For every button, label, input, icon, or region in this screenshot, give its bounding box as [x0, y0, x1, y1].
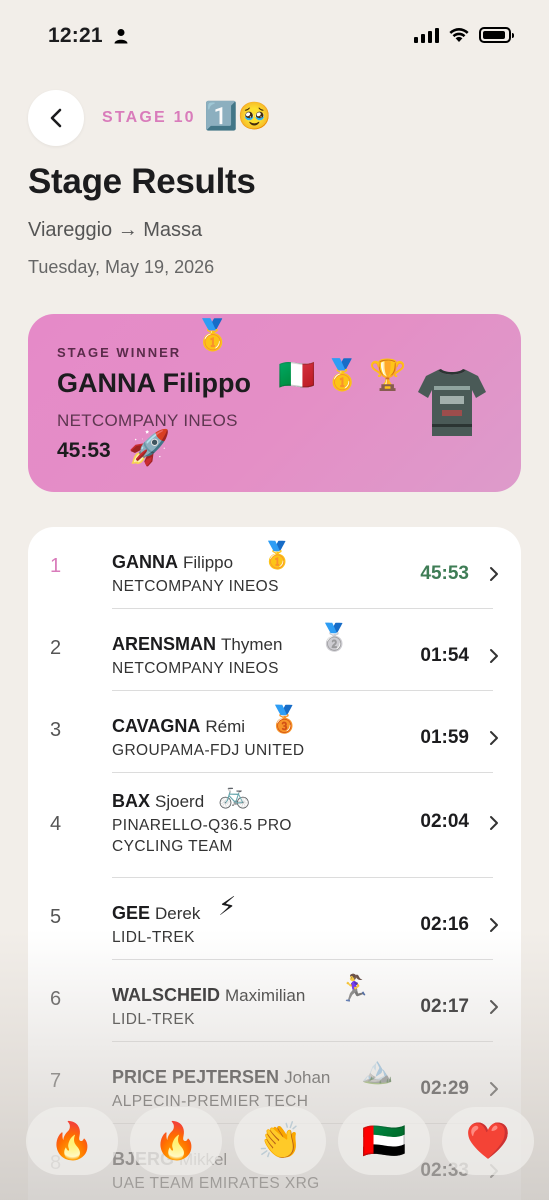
- result-rider-name: WALSCHEID Maximilian: [112, 985, 305, 1006]
- result-rider-name: GANNA Filippo: [112, 552, 233, 573]
- rider-emoji: ⚡: [218, 891, 237, 921]
- team-name: PINARELLO-Q36.5 PRO: [112, 817, 292, 834]
- team-name: GROUPAMA-FDJ UNITED: [112, 742, 305, 759]
- reactions-bar: 🔥 🔥 👏 🇦🇪 ❤️: [26, 1107, 536, 1179]
- result-row[interactable]: 2 ARENSMAN Thymen 🥈 NETCOMPANY INEOS 01:…: [28, 609, 521, 691]
- result-row[interactable]: 4 BAX Sjoerd 🚲 PINARELLO-Q36.5 PRO CYCLI…: [28, 773, 521, 878]
- winner-name: GANNA Filippo: [57, 368, 251, 398]
- winner-label: STAGE WINNER: [57, 345, 182, 360]
- rider-firstname: Filippo: [183, 553, 234, 572]
- result-rank: 7: [50, 1070, 62, 1092]
- team-name: LIDL-TREK: [112, 1011, 195, 1028]
- battery-icon: [479, 27, 514, 43]
- back-button[interactable]: [28, 90, 84, 146]
- rider-emoji: 🥇: [261, 540, 294, 570]
- result-team: NETCOMPANY INEOS: [112, 658, 279, 679]
- result-rank: 2: [50, 637, 62, 659]
- rider-firstname: Maximilian: [225, 986, 306, 1005]
- gold-medal-icon: 🥇: [194, 319, 232, 352]
- result-rank: 5: [50, 906, 62, 928]
- rider-surname: GANNA: [112, 552, 178, 572]
- result-rank: 4: [50, 813, 62, 835]
- rider-surname: CAVAGNA: [112, 716, 201, 736]
- chevron-right-icon: [490, 649, 498, 663]
- result-team: LIDL-TREK: [112, 927, 195, 948]
- rider-emoji: 🥈: [318, 622, 351, 652]
- winner-time: 45:53: [57, 439, 111, 462]
- rider-surname: PRICE PEJTERSEN: [112, 1067, 280, 1087]
- rider-emoji: 🚲: [218, 779, 251, 809]
- chevron-right-icon: [490, 816, 498, 830]
- team-name: LIDL-TREK: [112, 929, 195, 946]
- result-rider-name: ARENSMAN Thymen: [112, 634, 282, 655]
- rider-surname: ARENSMAN: [112, 634, 217, 654]
- result-team: LIDL-TREK: [112, 1009, 195, 1030]
- stage-emoji: 1️⃣🥹: [204, 101, 272, 131]
- result-team: PINARELLO-Q36.5 PRO CYCLING TEAM: [112, 815, 292, 857]
- team-name-line2: CYCLING TEAM: [112, 838, 233, 855]
- chevron-right-icon: [490, 567, 498, 581]
- rider-emoji: 🥉: [268, 704, 301, 734]
- status-icons: [414, 27, 514, 43]
- result-time: 45:53: [420, 563, 469, 584]
- result-time: 01:59: [420, 727, 469, 748]
- result-rider-name: CAVAGNA Rémi: [112, 716, 245, 737]
- stage-winner-card[interactable]: STAGE WINNER 🥇 GANNA Filippo 🇮🇹 🥇 🏆 NETC…: [28, 314, 521, 492]
- result-row[interactable]: 5 GEE Derek ⚡ LIDL-TREK 02:16: [28, 878, 521, 960]
- team-jersey-image: [418, 369, 486, 436]
- rider-surname: BAX: [112, 791, 151, 811]
- page-title: Stage Results: [28, 162, 256, 201]
- rider-surname: WALSCHEID: [112, 985, 220, 1005]
- result-time: 02:04: [420, 811, 469, 832]
- result-rank: 1: [50, 555, 62, 577]
- stage-route: Viareggio → Massa: [28, 219, 203, 241]
- winner-emojis: 🇮🇹 🥇 🏆: [278, 359, 407, 392]
- result-time: 01:54: [420, 645, 469, 666]
- result-rider-name: PRICE PEJTERSEN Johan: [112, 1067, 330, 1088]
- team-name: NETCOMPANY INEOS: [112, 660, 279, 677]
- team-name: NETCOMPANY INEOS: [112, 578, 279, 595]
- wifi-icon: [449, 28, 469, 42]
- status-bar: 12:21: [0, 0, 549, 70]
- result-time: 02:16: [420, 914, 469, 935]
- reaction-button[interactable]: 👏: [234, 1107, 326, 1175]
- result-rank: 6: [50, 988, 62, 1010]
- rider-firstname: Johan: [284, 1068, 331, 1087]
- battery-level: [483, 31, 505, 39]
- status-time: 12:21: [48, 24, 103, 47]
- cellular-signal-icon: [414, 27, 439, 43]
- reaction-button[interactable]: ❤️: [442, 1107, 534, 1175]
- result-row[interactable]: 6 WALSCHEID Maximilian 🏃‍♀️ LIDL-TREK 02…: [28, 960, 521, 1042]
- result-rider-name: GEE Derek: [112, 903, 200, 924]
- rider-firstname: Thymen: [221, 635, 283, 654]
- rocket-icon: 🚀: [128, 429, 171, 467]
- rider-firstname: Sjoerd: [155, 792, 205, 811]
- result-team: NETCOMPANY INEOS: [112, 576, 279, 597]
- person-icon: [114, 29, 128, 44]
- result-rider-name: BAX Sjoerd: [112, 791, 204, 812]
- results-list: 1 GANNA Filippo 🥇 NETCOMPANY INEOS 45:53…: [28, 527, 521, 1200]
- chevron-right-icon: [490, 731, 498, 745]
- result-row[interactable]: 1 GANNA Filippo 🥇 NETCOMPANY INEOS 45:53: [28, 527, 521, 609]
- chevron-right-icon: [490, 1000, 498, 1014]
- rider-surname: GEE: [112, 903, 151, 923]
- result-time: 02:17: [420, 996, 469, 1017]
- chevron-right-icon: [490, 918, 498, 932]
- rider-emoji: 🏃‍♀️: [338, 973, 371, 1003]
- stage-label: STAGE 10: [102, 109, 196, 126]
- reaction-button[interactable]: 🇦🇪: [338, 1107, 430, 1175]
- stage-date: Tuesday, May 19, 2026: [28, 257, 215, 277]
- result-team: GROUPAMA-FDJ UNITED: [112, 740, 304, 761]
- chevron-left-icon: [50, 108, 62, 128]
- chevron-right-icon: [490, 1082, 498, 1096]
- reaction-button[interactable]: 🔥: [130, 1107, 222, 1175]
- result-time: 02:29: [420, 1078, 469, 1099]
- rider-firstname: Rémi: [205, 717, 246, 736]
- reaction-button[interactable]: 🔥: [26, 1107, 118, 1175]
- rider-emoji: 🏔️: [361, 1055, 394, 1085]
- result-rank: 3: [50, 719, 62, 741]
- rider-firstname: Derek: [155, 904, 201, 923]
- result-row[interactable]: 3 CAVAGNA Rémi 🥉 GROUPAMA-FDJ UNITED 01:…: [28, 691, 521, 773]
